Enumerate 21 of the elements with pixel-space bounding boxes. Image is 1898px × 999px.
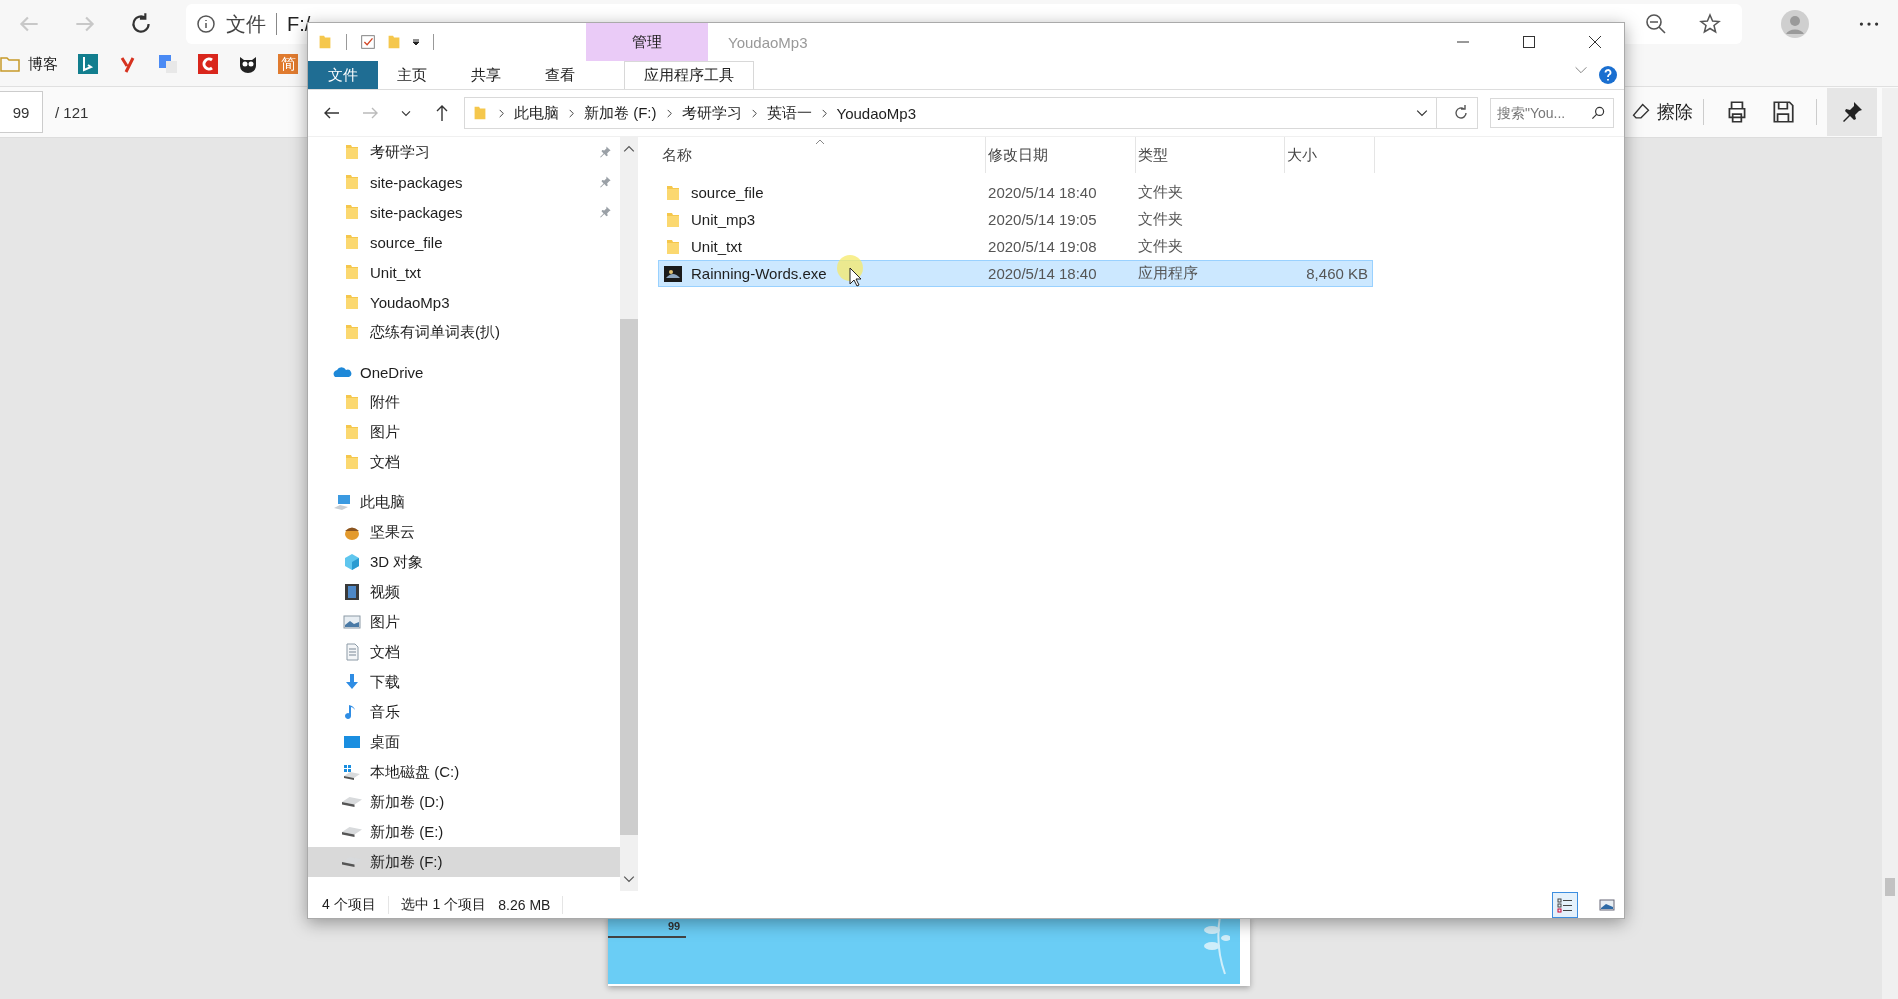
modified-date: 2020/5/14 18:40 bbox=[988, 265, 1097, 282]
file-size: 8,460 KB bbox=[1306, 265, 1368, 282]
address-label: 文件 bbox=[226, 11, 266, 37]
file-type: 应用程序 bbox=[1137, 264, 1198, 283]
page-total: / 121 bbox=[55, 103, 89, 121]
bookmark-label: 博客 bbox=[28, 54, 58, 74]
selection-count: 选中 1 个项目 bbox=[400, 895, 487, 914]
modified-date: 2020/5/14 19:08 bbox=[988, 238, 1097, 255]
file-name: Rainning-Words.exe bbox=[691, 265, 827, 282]
window-title: YoudaoMp3 bbox=[728, 33, 808, 51]
context-group-label: 管理 bbox=[586, 23, 708, 61]
file-type: 文件夹 bbox=[1137, 237, 1183, 256]
file-type: 文件夹 bbox=[1137, 183, 1183, 202]
file-name: Unit_txt bbox=[691, 238, 742, 255]
modified-date: 2020/5/14 19:05 bbox=[988, 211, 1097, 228]
modified-date: 2020/5/14 18:40 bbox=[988, 184, 1097, 201]
file-name: Unit_mp3 bbox=[691, 211, 756, 228]
selection-size: 8.26 MB bbox=[498, 896, 551, 913]
file-name: source_file bbox=[691, 184, 764, 201]
file-type: 文件夹 bbox=[1137, 210, 1183, 229]
item-count: 4 个项目 bbox=[322, 895, 376, 914]
